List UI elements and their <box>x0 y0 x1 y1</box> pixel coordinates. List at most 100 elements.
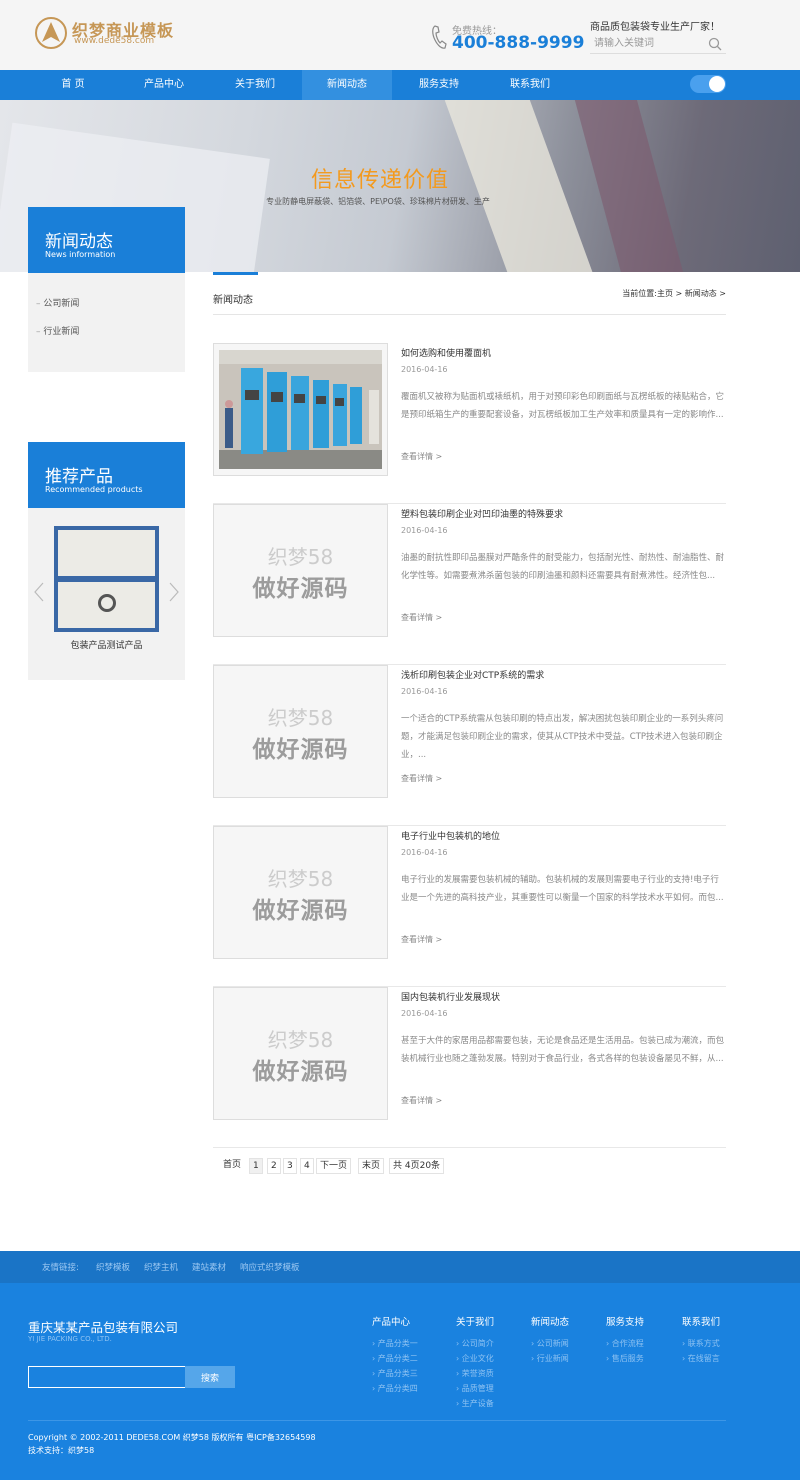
news-thumbnail[interactable]: 织梦58 做好源码 <box>213 987 388 1120</box>
friend-link[interactable]: 织梦模板 <box>96 1261 130 1273</box>
news-thumbnail[interactable]: 织梦58 做好源码 <box>213 665 388 798</box>
chevron-right-icon[interactable] <box>169 582 179 602</box>
news-title[interactable]: 电子行业中包装机的地位 <box>401 829 500 842</box>
footer-link[interactable]: › 荣誉资质 <box>456 1368 494 1379</box>
news-date: 2016-04-16 <box>401 526 448 535</box>
friend-link[interactable]: 织梦主机 <box>144 1261 178 1273</box>
nav-item-products[interactable]: 产品中心 <box>119 70 209 100</box>
read-more-link[interactable]: 查看详情 > <box>401 451 442 462</box>
news-summary: 甚至于大件的家居用品都需要包装，无论是食品还是生活用品。包装已成为潮流，而包装机… <box>401 1036 725 1064</box>
friend-link[interactable]: 响应式织梦模板 <box>240 1261 300 1273</box>
news-summary: 一个适合的CTP系统需从包装印刷的特点出发，解决困扰包装印刷企业的一系列头疼问题… <box>401 714 724 760</box>
sidebar-item-label: 行业新闻 <box>43 327 80 337</box>
friend-links-bar: 友情链接: 织梦模板 织梦主机 建站素材 响应式织梦模板 <box>0 1251 800 1283</box>
page-first[interactable]: 首页 <box>220 1158 245 1174</box>
placeholder-watermark: 做好源码 <box>252 737 349 763</box>
sidebar-item-industry-news[interactable]: – 行业新闻 <box>36 324 79 337</box>
read-more-link[interactable]: 查看详情 > <box>401 773 442 784</box>
search-input[interactable] <box>590 34 700 52</box>
news-item: 如何选购和使用覆面机 2016-04-16 覆面机又被称为贴面机或裱纸机，用于对… <box>213 343 726 504</box>
footer-col-title[interactable]: 产品中心 <box>372 1314 410 1328</box>
news-item: 织梦58 做好源码 国内包装机行业发展现状 2016-04-16 甚至于大件的家… <box>213 987 726 1148</box>
header-slogan: 商品质包装袋专业生产厂家！ <box>590 22 720 33</box>
news-title[interactable]: 浅析印刷包装企业对CTP系统的需求 <box>401 668 544 681</box>
placeholder-watermark: 做好源码 <box>252 1059 349 1085</box>
placeholder-watermark: 做好源码 <box>252 576 349 602</box>
nav-item-news[interactable]: 新闻动态 <box>302 70 392 100</box>
page-summary: 共 4页20条 <box>389 1158 445 1174</box>
logo-url: www.dede58.com <box>74 36 155 46</box>
footer-search-input[interactable] <box>28 1366 186 1388</box>
sidebar-products-box: 推荐产品 Recommended products 包装产品测试产品 <box>28 442 185 680</box>
sidebar-news-box: 新闻动态 News information – 公司新闻 – 行业新闻 <box>28 207 185 372</box>
footer-link[interactable]: › 售后服务 <box>606 1353 644 1364</box>
recommended-product-caption[interactable]: 包装产品测试产品 <box>28 638 185 651</box>
footer-search-button[interactable]: 搜索 <box>185 1366 235 1388</box>
news-summary: 电子行业的发展需要包装机械的辅助。包装机械的发展则需要电子行业的支持!电子行业是… <box>401 875 724 903</box>
news-date: 2016-04-16 <box>401 1009 448 1018</box>
page-4[interactable]: 4 <box>300 1158 314 1174</box>
friend-links-label: 友情链接: <box>42 1263 79 1273</box>
news-thumbnail[interactable]: 织梦58 做好源码 <box>213 826 388 959</box>
footer-col-title[interactable]: 服务支持 <box>606 1314 644 1328</box>
placeholder-watermark: 织梦58 <box>267 867 334 891</box>
sidebar-news-subtitle: News information <box>45 250 116 259</box>
page-title: 新闻动态 <box>213 295 253 306</box>
footer-link[interactable]: › 合作流程 <box>606 1338 644 1349</box>
footer-link[interactable]: › 生产设备 <box>456 1398 494 1409</box>
site-footer: 重庆某某产品包装有限公司 YI JIE PACKING CO., LTD. 搜索… <box>0 1283 800 1480</box>
hotline: 免费热线： 400-888-9999 <box>430 20 584 60</box>
footer-link[interactable]: › 产品分类三 <box>372 1368 418 1379</box>
sidebar-item-company-news[interactable]: – 公司新闻 <box>36 296 79 309</box>
page-3[interactable]: 3 <box>283 1158 297 1174</box>
footer-company-name: 重庆某某产品包装有限公司 <box>28 1320 179 1335</box>
news-thumbnail[interactable]: 织梦58 做好源码 <box>213 504 388 637</box>
phone-icon <box>432 25 447 49</box>
footer-divider <box>28 1420 726 1421</box>
product-bag-image <box>58 582 155 628</box>
page-2[interactable]: 2 <box>267 1158 281 1174</box>
divider <box>213 314 726 315</box>
banner-title: 信息传递价值 <box>310 168 449 193</box>
news-date: 2016-04-16 <box>401 365 448 374</box>
logo[interactable]: 织梦商业模板 www.dede58.com <box>34 14 194 54</box>
footer-link[interactable]: › 产品分类一 <box>372 1338 418 1349</box>
page-last[interactable]: 末页 <box>358 1158 385 1174</box>
recommended-product-image[interactable] <box>54 526 159 632</box>
footer-link[interactable]: › 联系方式 <box>682 1338 720 1349</box>
news-thumbnail[interactable] <box>213 343 388 476</box>
printing-machine-photo <box>219 350 382 469</box>
page-next[interactable]: 下一页 <box>316 1158 352 1174</box>
nav-toggle-switch[interactable] <box>690 75 726 93</box>
breadcrumb[interactable]: 当前位置:主页 > 新闻动态 > <box>622 288 726 299</box>
footer-link[interactable]: › 企业文化 <box>456 1353 494 1364</box>
news-title[interactable]: 国内包装机行业发展现状 <box>401 990 500 1003</box>
site-header: 织梦商业模板 www.dede58.com 免费热线： 400-888-9999… <box>0 0 800 70</box>
nav-item-about[interactable]: 关于我们 <box>210 70 300 100</box>
toggle-knob <box>709 76 725 92</box>
search-icon[interactable] <box>708 37 722 51</box>
nav-item-contact[interactable]: 联系我们 <box>485 70 575 100</box>
page-1[interactable]: 1 <box>249 1158 263 1174</box>
nav-item-home[interactable]: 首 页 <box>28 70 118 100</box>
read-more-link[interactable]: 查看详情 > <box>401 612 442 623</box>
footer-col-title[interactable]: 关于我们 <box>456 1314 494 1328</box>
footer-link[interactable]: › 公司新闻 <box>531 1338 569 1349</box>
friend-link[interactable]: 建站素材 <box>192 1261 226 1273</box>
news-item: 织梦58 做好源码 电子行业中包装机的地位 2016-04-16 电子行业的发展… <box>213 826 726 987</box>
dash-icon: – <box>36 299 41 309</box>
footer-link[interactable]: › 产品分类四 <box>372 1383 418 1394</box>
footer-col-title[interactable]: 联系我们 <box>682 1314 720 1328</box>
footer-link[interactable]: › 产品分类二 <box>372 1353 418 1364</box>
footer-link[interactable]: › 行业新闻 <box>531 1353 569 1364</box>
read-more-link[interactable]: 查看详情 > <box>401 1095 442 1106</box>
nav-item-support[interactable]: 服务支持 <box>394 70 484 100</box>
footer-link[interactable]: › 公司简介 <box>456 1338 494 1349</box>
news-title[interactable]: 塑料包装印刷企业对凹印油墨的特殊要求 <box>401 507 563 520</box>
read-more-link[interactable]: 查看详情 > <box>401 934 442 945</box>
footer-link[interactable]: › 在线留言 <box>682 1353 720 1364</box>
footer-col-title[interactable]: 新闻动态 <box>531 1314 569 1328</box>
footer-link[interactable]: › 品质管理 <box>456 1383 494 1394</box>
news-title[interactable]: 如何选购和使用覆面机 <box>401 346 491 359</box>
chevron-left-icon[interactable] <box>34 582 44 602</box>
